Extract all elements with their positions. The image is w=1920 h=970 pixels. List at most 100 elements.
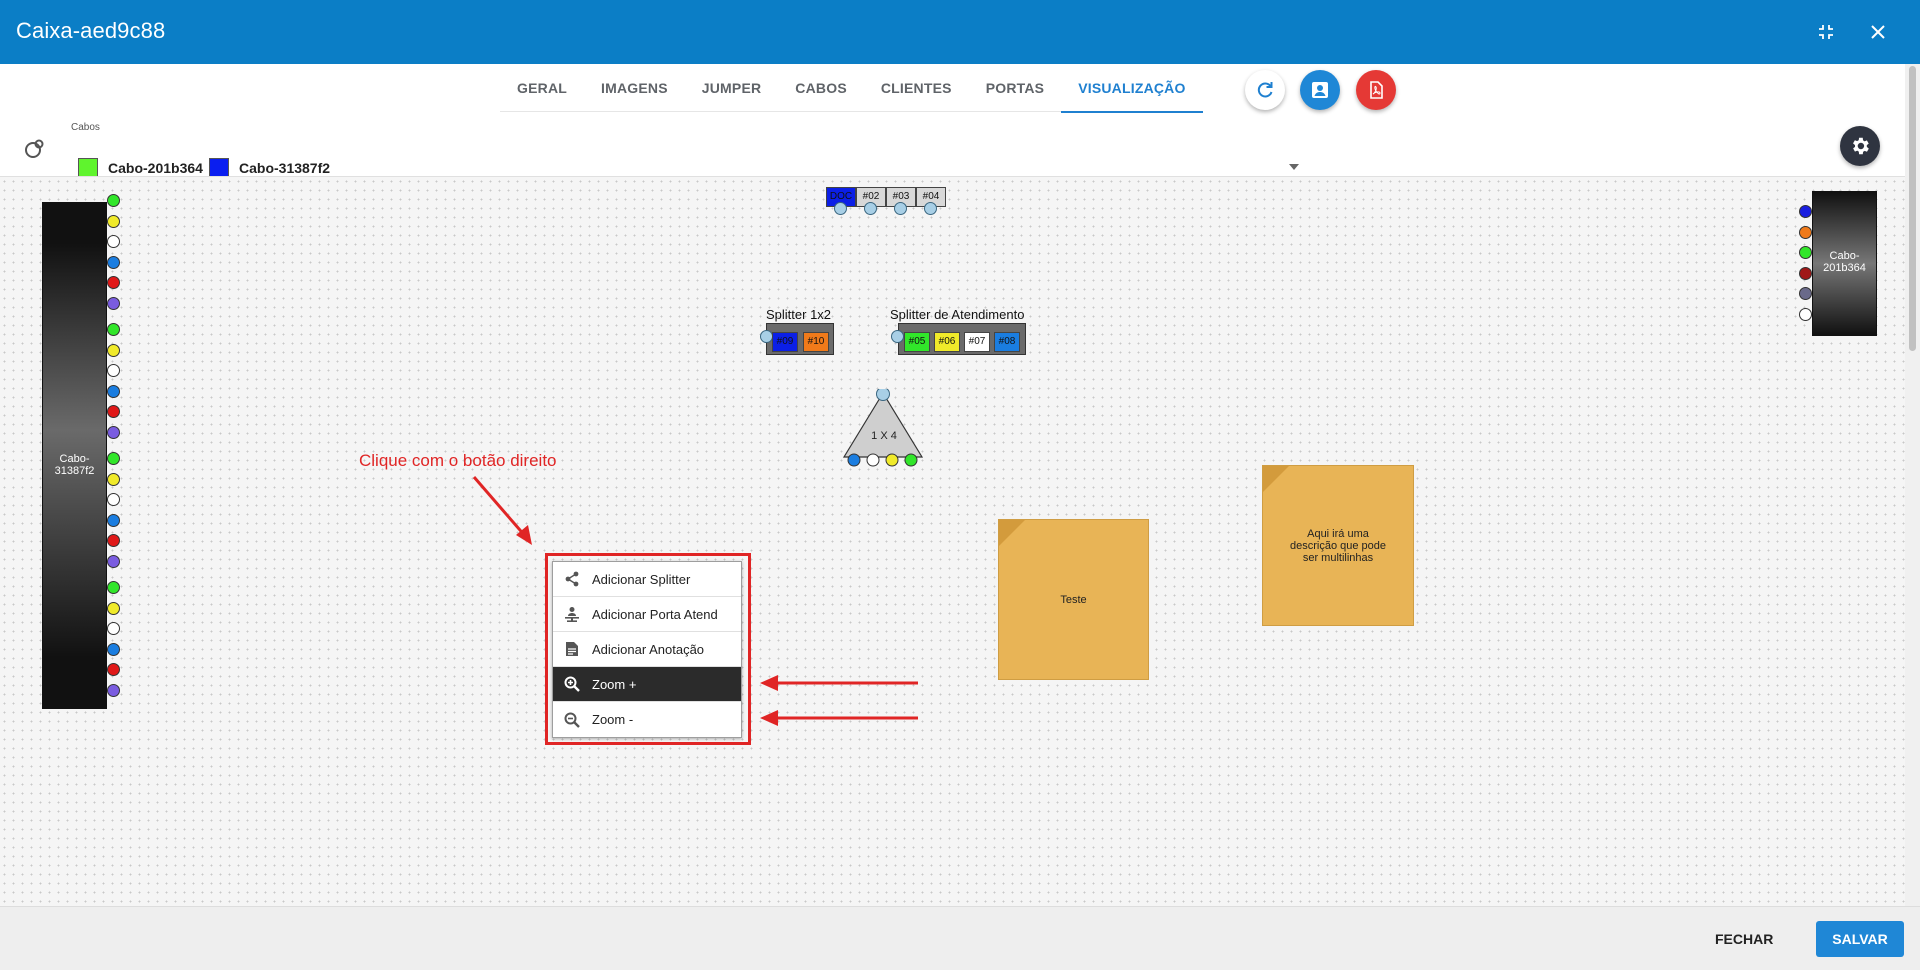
fiber-connector[interactable] [107, 194, 120, 207]
port-connector[interactable] [894, 202, 907, 215]
fiber-connector[interactable] [107, 622, 120, 635]
zoom-out-icon [562, 710, 582, 730]
fechar-button[interactable]: FECHAR [1715, 931, 1773, 947]
note-text: Aqui irá uma descrição que pode ser mult… [1289, 527, 1386, 564]
fiber-connector[interactable] [1799, 205, 1812, 218]
menu-item-label: Zoom + [592, 676, 637, 692]
scrollbar-thumb[interactable] [1909, 66, 1916, 351]
close-icon[interactable] [1864, 18, 1892, 46]
fiber-connector[interactable] [1799, 225, 1812, 239]
fiber-connector[interactable] [107, 255, 120, 269]
vertical-scrollbar[interactable] [1905, 64, 1920, 906]
fiber-connector[interactable] [107, 554, 120, 568]
tab-visualizacao[interactable]: VISUALIZAÇÃO [1061, 64, 1204, 113]
fiber-connector[interactable] [107, 405, 120, 418]
app-root: Caixa-aed9c88 GERAL IMAGENS JUMPER CABOS… [0, 0, 1920, 970]
tab-clientes[interactable]: CLIENTES [864, 64, 969, 112]
left-cable[interactable]: Cabo-31387f2 [42, 202, 107, 709]
right-cable-label: Cabo-201b364 [1823, 250, 1866, 274]
splitter-port-10[interactable]: #10 [803, 332, 829, 352]
person-port-icon [562, 604, 582, 624]
cabo-color-swatch [78, 158, 98, 178]
tab-jumper[interactable]: JUMPER [685, 64, 779, 112]
fiber-connector[interactable] [107, 683, 120, 697]
splitter-port-06[interactable]: #06 [934, 332, 960, 352]
fiber-connector[interactable] [107, 276, 120, 289]
link-circles-icon [25, 139, 44, 158]
note-teste[interactable]: Teste [998, 519, 1149, 680]
annotation-text: Clique com o botão direito [359, 451, 557, 470]
fiber-connector[interactable] [107, 384, 120, 398]
fiber-connector[interactable] [107, 493, 120, 506]
arrow-left-icon [760, 675, 918, 691]
tab-portas[interactable]: PORTAS [969, 64, 1062, 112]
fiber-connector[interactable] [1799, 266, 1812, 280]
note-descricao[interactable]: Aqui irá uma descrição que pode ser mult… [1262, 465, 1414, 626]
refresh-icon [1257, 82, 1273, 98]
link-icon-button[interactable] [23, 136, 47, 160]
pdf-icon [1370, 81, 1383, 99]
fiber-connector[interactable] [107, 214, 120, 228]
port-connector[interactable] [864, 202, 877, 215]
contact-button[interactable] [1300, 70, 1340, 110]
fiber-connector[interactable] [107, 323, 120, 336]
port-connector[interactable] [834, 202, 847, 215]
fiber-connector[interactable] [107, 663, 120, 676]
tab-geral[interactable]: GERAL [500, 64, 584, 112]
splitter-input-connector[interactable] [891, 330, 904, 343]
cabo-chip-label: Cabo-201b364 [108, 160, 203, 176]
dialog-title: Caixa-aed9c88 [16, 18, 166, 43]
settings-button[interactable] [1840, 126, 1880, 166]
tab-cabos[interactable]: CABOS [778, 64, 864, 112]
menu-item-add-porta-atend[interactable]: Adicionar Porta Atend [553, 597, 741, 632]
zoom-in-icon [562, 674, 582, 694]
fiber-connector[interactable] [107, 472, 120, 486]
left-cable-label: Cabo-31387f2 [54, 453, 95, 477]
tab-bar: GERAL IMAGENS JUMPER CABOS CLIENTES PORT… [500, 64, 1204, 113]
cabos-label: Cabos [71, 122, 100, 133]
fiber-connector[interactable] [107, 425, 120, 439]
cabos-selector-row: Cabos Cabo-201b364 Cabo-31387f2 [0, 118, 1920, 182]
fiber-connector[interactable] [1799, 307, 1812, 321]
fiber-connector[interactable] [107, 601, 120, 615]
gear-icon [1853, 137, 1869, 155]
fiber-connector[interactable] [107, 452, 120, 465]
splitter-port-07[interactable]: #07 [964, 332, 990, 352]
menu-item-label: Zoom - [592, 712, 634, 727]
fiber-connector[interactable] [107, 581, 120, 594]
fiber-connector[interactable] [107, 534, 120, 547]
right-cable[interactable]: Cabo-201b364 [1812, 191, 1877, 336]
menu-item-add-splitter[interactable]: Adicionar Splitter [553, 562, 741, 597]
cabo-color-swatch [209, 158, 229, 178]
fiber-connector[interactable] [107, 343, 120, 357]
annotation-arrow-icon [472, 476, 532, 545]
splitter-port-08[interactable]: #08 [994, 332, 1020, 352]
cabo-chip-label: Cabo-31387f2 [239, 160, 331, 176]
tab-imagens[interactable]: IMAGENS [584, 64, 685, 112]
fiber-connector[interactable] [107, 642, 120, 656]
splitter-port-09[interactable]: #09 [772, 332, 798, 352]
fiber-connector[interactable] [107, 513, 120, 527]
cabo-chip: Cabo-31387f2 [209, 158, 330, 178]
refresh-button[interactable] [1245, 70, 1285, 110]
menu-item-label: Adicionar Porta Atend [592, 606, 718, 622]
salvar-button[interactable]: SALVAR [1816, 921, 1904, 957]
chevron-down-icon [1289, 164, 1299, 170]
splitter-port-05[interactable]: #05 [904, 332, 930, 352]
collapse-icon[interactable] [1812, 18, 1840, 46]
fiber-connector[interactable] [1799, 287, 1812, 300]
menu-item-zoom-out[interactable]: Zoom - [553, 702, 741, 737]
fiber-connector[interactable] [1799, 246, 1812, 259]
pdf-button[interactable] [1356, 70, 1396, 110]
menu-item-zoom-in[interactable]: Zoom + [553, 667, 741, 702]
note-icon [562, 639, 582, 659]
arrow-left-icon [760, 710, 918, 726]
fiber-connector[interactable] [107, 364, 120, 377]
diagram-canvas[interactable]: Cabo-31387f2 Cabo-201b364 DOC #02 #03 #0… [0, 176, 1905, 906]
menu-item-add-anotacao[interactable]: Adicionar Anotação [553, 632, 741, 667]
dialog-footer: FECHAR SALVAR [0, 906, 1920, 970]
fiber-connector[interactable] [107, 296, 120, 310]
port-connector[interactable] [924, 202, 937, 215]
fiber-connector[interactable] [107, 235, 120, 248]
dialog-titlebar: Caixa-aed9c88 [0, 0, 1920, 64]
